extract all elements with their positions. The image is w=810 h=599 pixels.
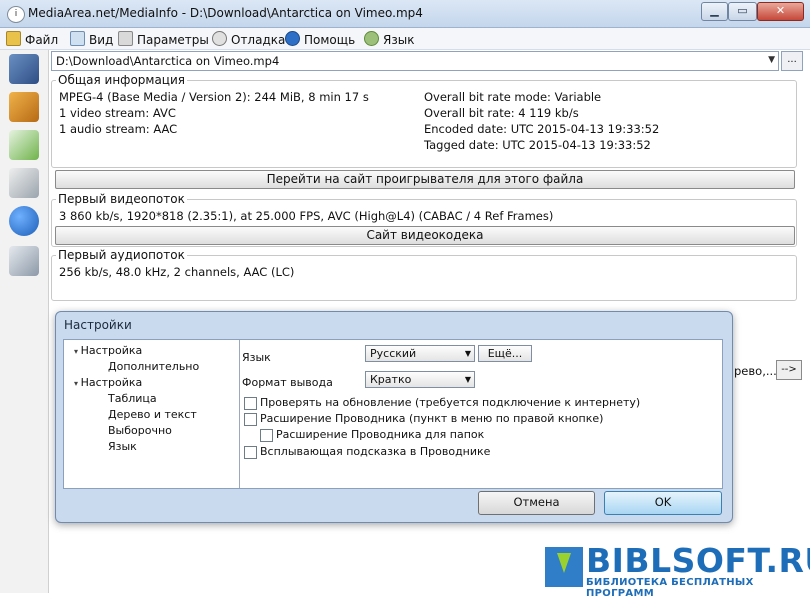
- output-format-select[interactable]: Кратко ▼: [365, 371, 475, 388]
- ok-button[interactable]: OK: [604, 491, 722, 515]
- general-audio-text: 1 audio stream: AAC: [59, 122, 178, 136]
- preferences-icon[interactable]: [9, 168, 39, 198]
- file-path-text: D:\Download\Antarctica on Vimeo.mp4: [56, 54, 280, 68]
- download-arrow-icon: [557, 553, 571, 573]
- tree-item-tree-text[interactable]: Дерево и текст: [108, 408, 197, 421]
- dialog-title: Настройки: [64, 318, 132, 332]
- folder-extension-label: Расширение Проводника для папок: [276, 428, 485, 441]
- general-format-text: MPEG-4 (Base Media / Version 2): 244 MiB…: [59, 90, 369, 104]
- menu-bar: Файл Вид Параметры Отладка Помощь Язык: [0, 28, 810, 50]
- check-updates-label: Проверять на обновление (требуется подкл…: [260, 396, 641, 409]
- menu-language[interactable]: Язык: [364, 31, 414, 47]
- menu-options[interactable]: Параметры: [118, 31, 209, 47]
- open-folder-icon[interactable]: [9, 92, 39, 122]
- title-bar: i MediaArea.net/MediaInfo - D:\Download\…: [0, 0, 810, 28]
- video-stream-title: Первый видеопоток: [56, 192, 187, 206]
- watermark-subtitle: БИБЛИОТЕКА БЕСПЛАТНЫХ ПРОГРАММ: [586, 577, 754, 599]
- menu-file-label: Файл: [25, 33, 59, 47]
- dialog-content: ▾ Настройка Дополнительно ▾ Настройка Та…: [63, 339, 723, 489]
- watermark-title: BIBLSOFT.RU: [586, 541, 810, 580]
- chevron-down-icon: ▼: [464, 375, 471, 384]
- minimize-button[interactable]: ▁: [701, 2, 728, 21]
- tree-item-label: Настройка: [80, 376, 143, 389]
- behind-dialog-text: рево,...): [734, 364, 782, 378]
- side-toolbar: [0, 50, 49, 593]
- view-icon: [70, 31, 85, 46]
- tree-item-advanced[interactable]: Дополнительно: [108, 360, 199, 373]
- general-video-text: 1 video stream: AVC: [59, 106, 176, 120]
- tree-item-label: Настройка: [80, 344, 143, 357]
- menu-options-label: Параметры: [137, 33, 209, 47]
- video-stream-text: 3 860 kb/s, 1920*818 (2.35:1), at 25.000…: [59, 209, 554, 223]
- language-select[interactable]: Русский ▼: [365, 345, 475, 362]
- export-icon[interactable]: [9, 130, 39, 160]
- folder-extension-checkbox[interactable]: [260, 429, 273, 442]
- settings-tree: ▾ Настройка Дополнительно ▾ Настройка Та…: [64, 340, 240, 488]
- bitrate-text: Overall bit rate: 4 119 kb/s: [424, 106, 579, 120]
- debug-icon: [212, 31, 227, 46]
- menu-debug-label: Отладка: [231, 33, 286, 47]
- info-icon[interactable]: [9, 206, 39, 236]
- tree-item-settings-1[interactable]: ▾ Настройка: [74, 344, 142, 357]
- language-icon: [364, 31, 379, 46]
- menu-help[interactable]: Помощь: [285, 31, 355, 47]
- arrow-button[interactable]: -->: [776, 360, 802, 380]
- general-info-title: Общая информация: [56, 73, 187, 87]
- maximize-button[interactable]: ▭: [728, 2, 757, 21]
- file-path-combo[interactable]: D:\Download\Antarctica on Vimeo.mp4 ▼: [51, 51, 779, 71]
- menu-view-label: Вид: [89, 33, 114, 47]
- output-format-value: Кратко: [370, 373, 412, 386]
- open-file-icon[interactable]: [9, 54, 39, 84]
- language-select-value: Русский: [370, 347, 417, 360]
- options-icon: [118, 31, 133, 46]
- check-updates-checkbox[interactable]: [244, 397, 257, 410]
- codec-site-button[interactable]: Сайт видеокодека: [55, 226, 795, 245]
- cancel-button[interactable]: Отмена: [478, 491, 595, 515]
- menu-debug[interactable]: Отладка: [212, 31, 285, 47]
- browse-button[interactable]: ...: [781, 51, 803, 71]
- window-title: MediaArea.net/MediaInfo - D:\Download\An…: [28, 6, 423, 20]
- chevron-down-icon: ▼: [464, 349, 471, 358]
- copy-icon[interactable]: [9, 246, 39, 276]
- explorer-tooltip-checkbox[interactable]: [244, 446, 257, 459]
- menu-view[interactable]: Вид: [70, 31, 113, 47]
- tree-item-table[interactable]: Таблица: [108, 392, 157, 405]
- bitrate-mode-text: Overall bit rate mode: Variable: [424, 90, 602, 104]
- player-site-button[interactable]: Перейти на сайт проигрывателя для этого …: [55, 170, 795, 189]
- output-format-label: Формат вывода: [242, 376, 333, 389]
- chevron-down-icon[interactable]: ▼: [768, 55, 775, 65]
- audio-stream-text: 256 kb/s, 48.0 kHz, 2 channels, AAC (LC): [59, 265, 295, 279]
- menu-language-label: Язык: [383, 33, 415, 47]
- help-icon: [285, 31, 300, 46]
- menu-help-label: Помощь: [304, 33, 356, 47]
- explorer-extension-checkbox[interactable]: [244, 413, 257, 426]
- tree-item-settings-2[interactable]: ▾ Настройка: [74, 376, 142, 389]
- close-button[interactable]: ✕: [757, 2, 804, 21]
- settings-dialog: Настройки ▾ Настройка Дополнительно ▾ На…: [55, 311, 733, 523]
- explorer-tooltip-label: Всплывающая подсказка в Проводнике: [260, 445, 491, 458]
- menu-file[interactable]: Файл: [6, 31, 58, 47]
- tagged-date-text: Tagged date: UTC 2015-04-13 19:33:52: [424, 138, 651, 152]
- tree-item-custom[interactable]: Выборочно: [108, 424, 172, 437]
- encoded-date-text: Encoded date: UTC 2015-04-13 19:33:52: [424, 122, 660, 136]
- language-label: Язык: [242, 351, 271, 364]
- more-languages-button[interactable]: Ещё...: [478, 345, 532, 362]
- audio-stream-title: Первый аудиопоток: [56, 248, 187, 262]
- folder-icon: [6, 31, 21, 46]
- explorer-extension-label: Расширение Проводника (пункт в меню по п…: [260, 412, 604, 425]
- mediainfo-app-icon: i: [7, 6, 25, 23]
- tree-item-language[interactable]: Язык: [108, 440, 137, 453]
